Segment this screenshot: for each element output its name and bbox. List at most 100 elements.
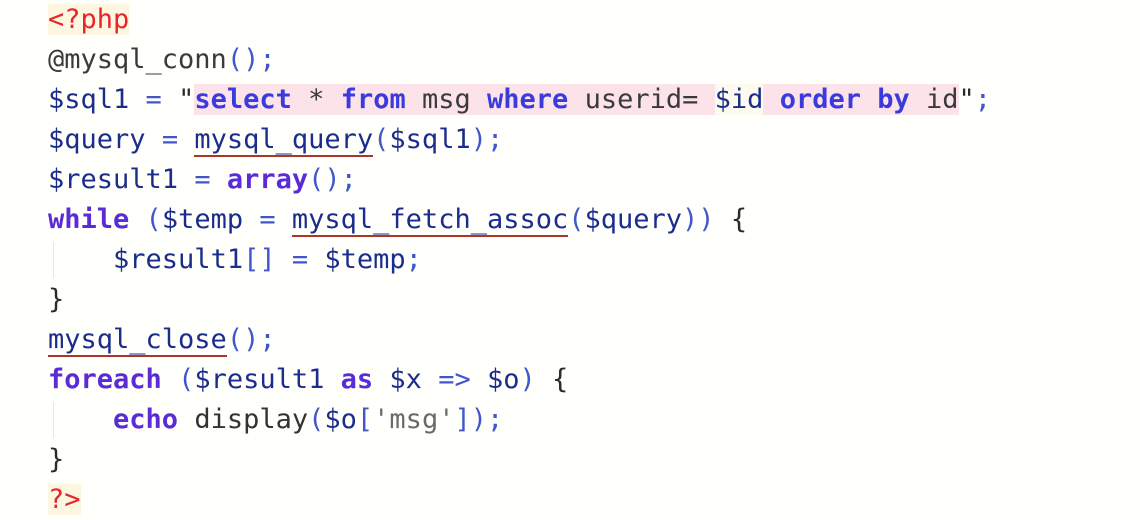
punctuation-token: ) (519, 364, 536, 395)
deprecated-function-token: mysql_query (194, 124, 374, 157)
deprecated-function-token: mysql_close (48, 324, 227, 357)
sql-keyword-token: from (340, 84, 406, 115)
keyword-token: array (226, 164, 309, 195)
php-tag-token: <?php (48, 4, 130, 35)
sql-text-token (568, 84, 585, 115)
sql-keyword-token: select (194, 84, 292, 115)
code-line[interactable]: $result1[] = $temp; (0, 240, 1140, 280)
keyword-token: echo (113, 404, 179, 435)
variable-token: $temp (324, 244, 406, 275)
punctuation-token: ( (373, 124, 390, 155)
code-line[interactable]: while ($temp = mysql_fetch_assoc($query)… (0, 200, 1140, 240)
operator-token: = (145, 84, 162, 115)
operator-token: => (438, 364, 471, 395)
sql-keyword-token: where (487, 84, 569, 115)
variable-token: $result1 (48, 164, 179, 195)
punctuation-token: ); (470, 124, 504, 155)
operator-token: = (259, 204, 276, 235)
sql-text-token: userid= (584, 84, 699, 115)
code-line[interactable]: @mysql_conn(); (0, 40, 1140, 80)
code-line[interactable]: ?> (0, 480, 1140, 520)
sql-text-token: id (926, 84, 959, 115)
variable-token: $query (48, 124, 146, 155)
code-line[interactable]: mysql_close(); (0, 320, 1140, 360)
punctuation-token: [] (243, 244, 276, 275)
sql-text-token (698, 84, 715, 115)
code-line[interactable]: } (0, 280, 1140, 320)
variable-token: $result1 (194, 364, 325, 395)
sql-text-token (291, 84, 309, 115)
variable-token: $temp (161, 204, 244, 235)
sql-text-token: msg (421, 84, 471, 115)
punctuation-token: ( (178, 364, 195, 395)
code-line[interactable]: } (0, 440, 1140, 480)
code-line[interactable]: <?php (0, 0, 1140, 40)
variable-token: $query (584, 204, 683, 235)
punctuation-token: ( (568, 204, 585, 235)
punctuation-token: ; (974, 84, 992, 115)
variable-token: $sql1 (389, 124, 471, 155)
whitespace-token: @mysql_conn (48, 44, 227, 75)
sql-keyword-token: order by (779, 84, 910, 115)
sql-text-token (324, 84, 341, 115)
keyword-token: as (340, 364, 374, 395)
operator-token: = (194, 164, 211, 195)
brace-token: } (48, 284, 65, 315)
keyword-token: while (48, 204, 130, 235)
keyword-token: foreach (48, 364, 162, 395)
operator-token: = (161, 124, 179, 155)
string-quote-token: " (958, 84, 975, 115)
punctuation-token: (); (226, 44, 276, 75)
punctuation-token: ( (145, 204, 162, 235)
identifier-token: display (194, 404, 309, 435)
code-line[interactable]: $result1 = array(); (0, 160, 1140, 200)
operator-token: = (291, 244, 309, 275)
code-line[interactable]: foreach ($result1 as $x => $o) { (0, 360, 1140, 400)
sql-text-token (470, 84, 488, 115)
interpolated-variable-token: $id (714, 84, 764, 115)
brace-token: { (730, 204, 748, 235)
punctuation-token: [ (356, 404, 374, 435)
punctuation-token: ( (308, 404, 325, 435)
sql-text-token (763, 84, 780, 115)
string-quote-token: " (178, 84, 195, 115)
code-line[interactable]: $sql1 = "select * from msg where userid=… (0, 80, 1140, 120)
variable-token: $o (324, 404, 357, 435)
variable-token: $o (486, 364, 520, 395)
brace-token: } (48, 444, 65, 475)
php-tag-token: ?> (48, 484, 81, 515)
variable-token: $result1 (113, 244, 244, 275)
sql-text-token (909, 84, 926, 115)
punctuation-token: (); (226, 324, 276, 355)
sql-text-token (405, 84, 422, 115)
code-line[interactable]: echo display($o['msg']); (0, 400, 1140, 440)
punctuation-token: (); (308, 164, 357, 195)
punctuation-token: )) (682, 204, 715, 235)
variable-token: $x (389, 364, 422, 395)
deprecated-function-token: mysql_fetch_assoc (291, 204, 569, 237)
sql-text-token: * (308, 84, 325, 115)
punctuation-token: ; (405, 244, 422, 275)
variable-token: $sql1 (48, 84, 130, 115)
code-editor-surface[interactable]: <?php @mysql_conn(); $sql1 = "select * fro… (0, 0, 1140, 515)
code-line[interactable]: $query = mysql_query($sql1); (0, 120, 1140, 160)
